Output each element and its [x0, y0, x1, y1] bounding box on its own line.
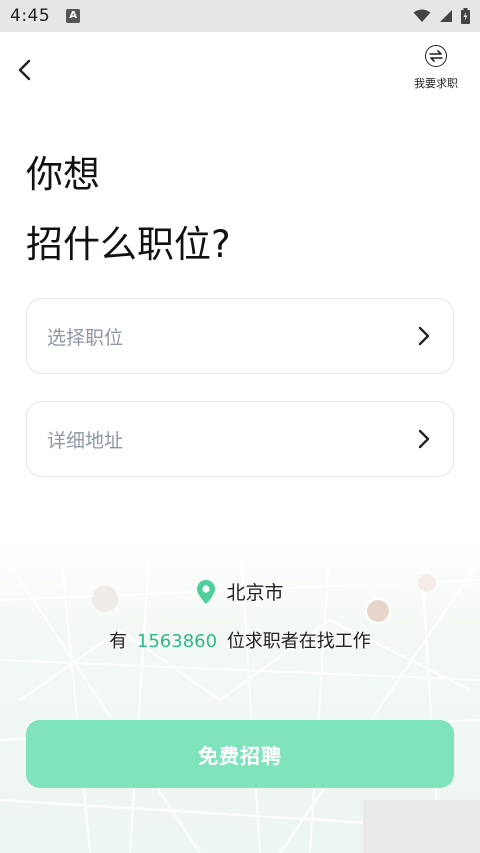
status-time: 4:45: [10, 6, 51, 26]
address-placeholder: 详细地址: [47, 429, 124, 452]
signal-icon: [440, 10, 452, 22]
status-icons: [413, 8, 470, 24]
location-row: 北京市: [0, 578, 480, 605]
title-line-2: 招什么职位?: [26, 223, 231, 266]
select-position-field[interactable]: 选择职位: [26, 298, 454, 374]
chevron-right-icon: [418, 429, 430, 449]
free-recruit-button[interactable]: 免费招聘: [26, 720, 454, 788]
count-suffix: 位求职者在找工作: [226, 631, 371, 652]
position-placeholder: 选择职位: [47, 326, 124, 349]
city-label: 北京市: [226, 582, 284, 604]
map-thumbnail: [363, 800, 480, 853]
swap-icon: [425, 45, 447, 67]
location-pin-icon: [197, 579, 216, 604]
address-field[interactable]: 详细地址: [26, 401, 454, 477]
job-seeker-count: 有 1563860 位求职者在找工作: [0, 627, 480, 653]
screen: 4:45 A 我要求职 你想 招什么职位? 选择职位 详细地址 北京市 有 15…: [0, 0, 480, 853]
wifi-icon: [413, 9, 431, 22]
count-prefix: 有: [109, 631, 128, 652]
switch-label: 我要求职: [414, 77, 458, 90]
back-button[interactable]: [14, 58, 38, 82]
count-number: 1563860: [136, 631, 218, 652]
status-bar: 4:45 A: [0, 0, 480, 32]
chevron-right-icon: [418, 326, 430, 346]
chevron-left-icon: [18, 59, 31, 81]
switch-to-job-seeker-button[interactable]: 我要求职: [408, 45, 464, 91]
notification-icon: A: [66, 9, 81, 23]
battery-icon: [461, 8, 470, 24]
title-line-1: 你想: [26, 153, 100, 196]
page-title: 你想 招什么职位?: [26, 140, 231, 280]
